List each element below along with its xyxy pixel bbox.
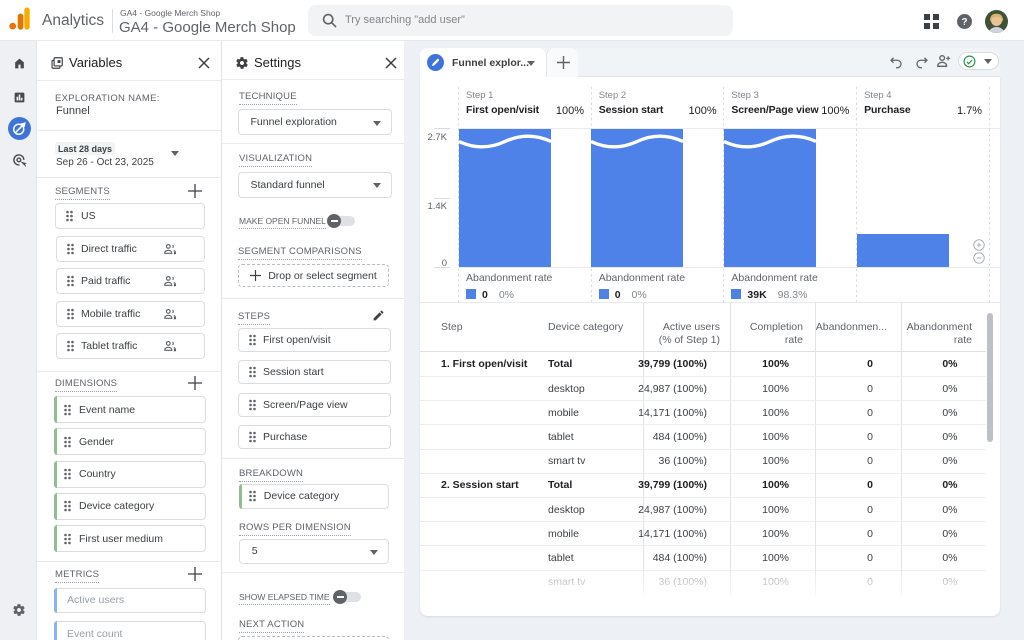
svg-text:?: ? xyxy=(961,17,967,28)
